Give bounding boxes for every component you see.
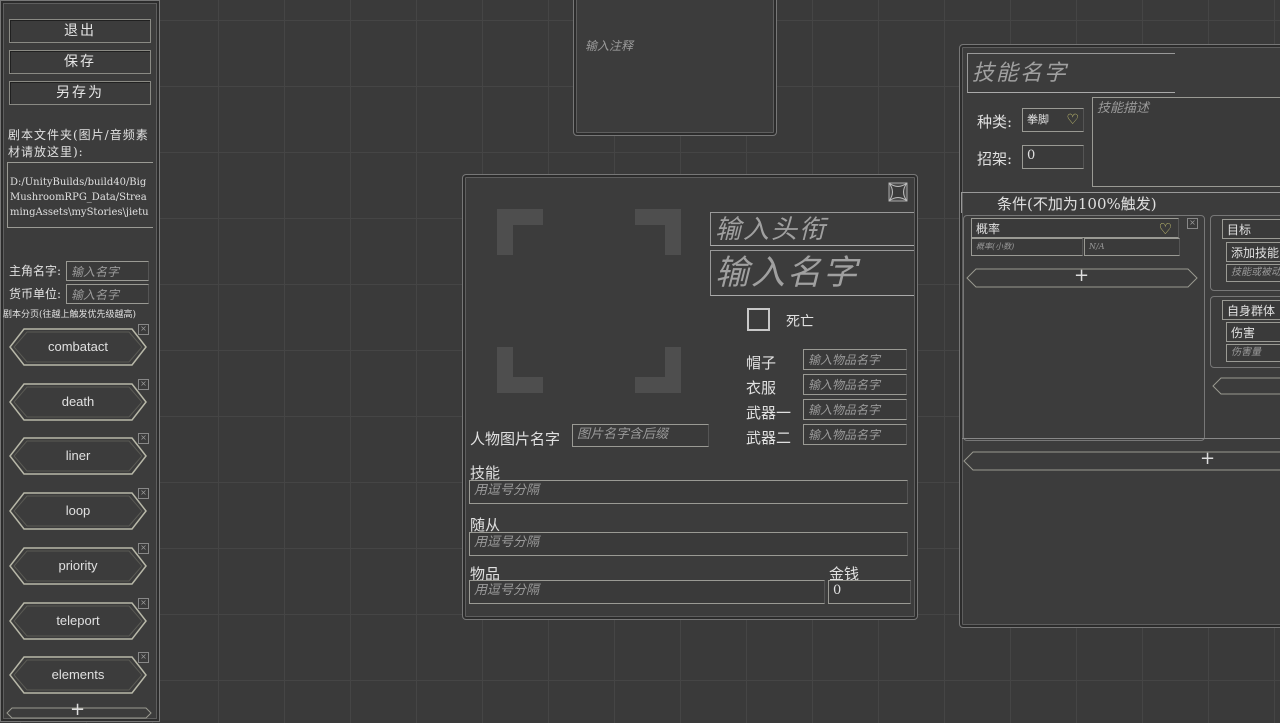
weapon2-input[interactable]: 输入物品名字: [803, 424, 907, 445]
money-input[interactable]: 0: [828, 580, 911, 604]
items-input[interactable]: 用逗号分隔: [469, 580, 825, 604]
currency-input[interactable]: 输入名字: [66, 284, 149, 304]
add-condition-group-button[interactable]: +: [963, 448, 1280, 471]
damage-amount-input[interactable]: 伤害量: [1226, 344, 1280, 362]
page-item[interactable]: combatact: [8, 327, 148, 367]
currency-label: 货币单位:: [9, 287, 62, 301]
pages-label: 剧本分页(往越上触发优先级越高): [3, 310, 137, 320]
image-name-label: 人物图片名字: [470, 430, 561, 448]
page-item[interactable]: death: [8, 382, 148, 422]
weapon1-input[interactable]: 输入物品名字: [803, 399, 907, 420]
hat-input[interactable]: 输入物品名字: [803, 349, 907, 370]
chevron-down-icon: ♡: [1158, 220, 1172, 238]
chevron-down-icon: ♡: [1066, 112, 1079, 128]
add-page-button[interactable]: +: [6, 699, 152, 720]
equip-label-hat: 帽子: [746, 354, 777, 372]
remove-page-icon[interactable]: ×: [138, 543, 149, 554]
probability-select-value: 概率: [976, 222, 1001, 236]
remove-page-icon[interactable]: ×: [138, 652, 149, 663]
name-input[interactable]: 输入名字: [710, 250, 914, 296]
page-item-label: loop: [65, 503, 91, 518]
skill-name-input[interactable]: 技能名字: [967, 53, 1175, 93]
add-condition-button[interactable]: +: [966, 265, 1198, 288]
protagonist-label: 主角名字:: [9, 264, 62, 278]
equip-label-clothes: 衣服: [746, 379, 777, 397]
plus-icon: +: [1074, 265, 1090, 286]
remove-page-icon[interactable]: ×: [138, 324, 149, 335]
add-bar-frame: [1212, 377, 1280, 395]
dead-checkbox[interactable]: [747, 308, 770, 331]
remove-condition-icon[interactable]: ×: [1187, 218, 1198, 229]
protagonist-name-input[interactable]: 输入名字: [66, 261, 149, 281]
folder-path-field[interactable]: D:/UnityBuilds/build40/BigMushroomRPG_Da…: [7, 162, 153, 228]
equip-label-weapon1: 武器一: [746, 404, 792, 422]
note-input[interactable]: 输入注释: [585, 37, 633, 54]
add-bar-frame: [963, 451, 1280, 471]
type-select[interactable]: 拳脚 ♡: [1022, 108, 1084, 132]
remove-page-icon[interactable]: ×: [138, 433, 149, 444]
page-item[interactable]: teleport: [8, 601, 148, 641]
target-select[interactable]: 目标: [1222, 219, 1280, 239]
remove-page-icon[interactable]: ×: [138, 598, 149, 609]
title-input[interactable]: 输入头衔: [710, 212, 914, 246]
type-select-value: 拳脚: [1027, 113, 1049, 126]
self-group-select[interactable]: 自身群体: [1222, 300, 1280, 320]
add-effect-button[interactable]: [1212, 377, 1280, 395]
page-item[interactable]: elements: [8, 655, 148, 695]
divider: [962, 438, 1280, 439]
parry-label: 招架:: [977, 150, 1013, 168]
exit-button[interactable]: 退出: [9, 19, 151, 43]
page-item[interactable]: liner: [8, 436, 148, 476]
remove-page-icon[interactable]: ×: [138, 488, 149, 499]
page-item-label: liner: [65, 448, 91, 463]
portrait-corners: [497, 209, 681, 393]
note-panel: [573, 0, 777, 136]
page-item-label: elements: [51, 667, 105, 682]
plus-icon: +: [1200, 448, 1216, 469]
type-label: 种类:: [977, 113, 1013, 131]
dead-label: 死亡: [786, 314, 814, 330]
skills-input[interactable]: 用逗号分隔: [469, 480, 908, 504]
close-icon[interactable]: [886, 180, 910, 204]
save-as-button[interactable]: 另存为: [9, 81, 151, 105]
probability-input[interactable]: 概率(小数): [971, 238, 1083, 256]
page-item-label: teleport: [56, 613, 100, 628]
page-item-label: priority: [58, 558, 98, 573]
folder-label: 剧本文件夹(图片/音频素材请放这里):: [8, 128, 149, 159]
image-name-input[interactable]: 图片名字含后缀: [572, 424, 709, 447]
equip-label-weapon2: 武器二: [746, 429, 792, 447]
probability-select[interactable]: 概率 ♡: [971, 218, 1179, 238]
save-button[interactable]: 保存: [9, 50, 151, 74]
clothes-input[interactable]: 输入物品名字: [803, 374, 907, 395]
page-item-label: combatact: [48, 339, 108, 354]
plus-icon: +: [70, 699, 86, 720]
portrait-image[interactable]: [497, 209, 681, 393]
skill-description-input[interactable]: 技能描述: [1092, 97, 1280, 187]
damage-select[interactable]: 伤害: [1226, 322, 1280, 342]
remove-page-icon[interactable]: ×: [138, 379, 149, 390]
page-item[interactable]: priority: [8, 546, 148, 586]
page-item-label: death: [61, 394, 95, 409]
parry-input[interactable]: 0: [1022, 145, 1084, 169]
condition-label: 条件(不加为100%触发): [997, 195, 1157, 213]
skill-or-passive-input[interactable]: 技能或被动: [1226, 264, 1280, 282]
page-item[interactable]: loop: [8, 491, 148, 531]
add-skill-select[interactable]: 添加技能: [1226, 242, 1280, 262]
followers-input[interactable]: 用逗号分隔: [469, 532, 908, 556]
na-input[interactable]: N/A: [1084, 238, 1180, 256]
